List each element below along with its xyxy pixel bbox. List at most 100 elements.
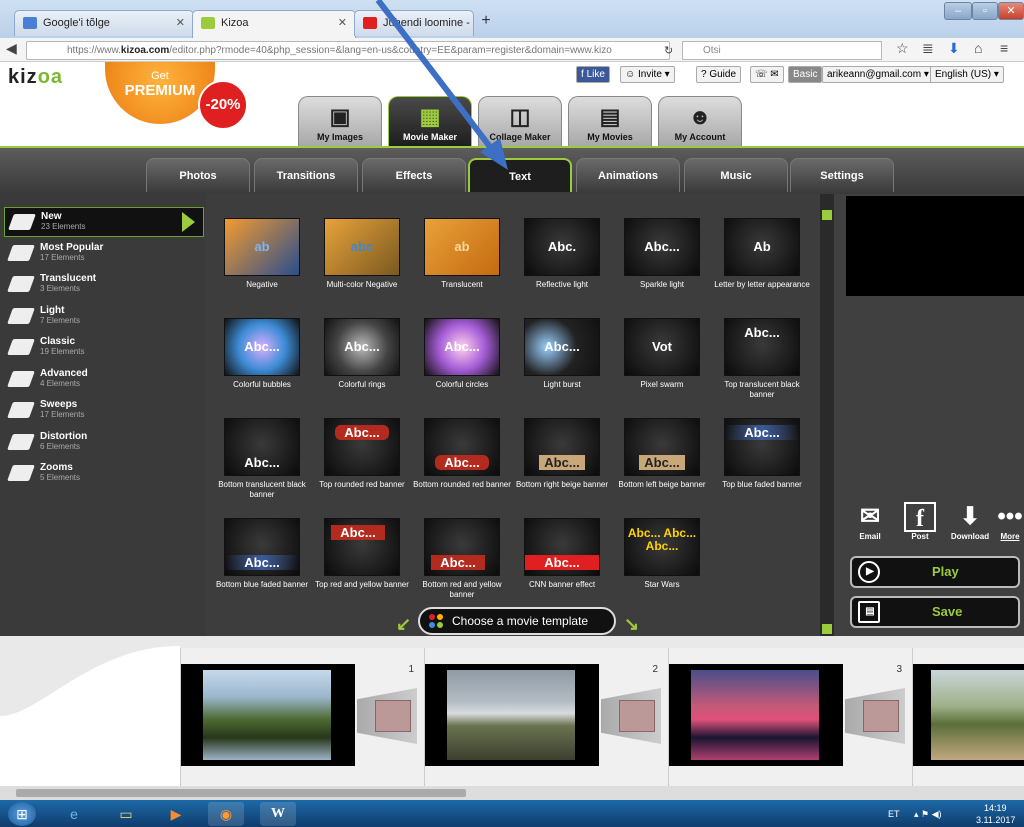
download-icon[interactable]: ⬇ (948, 40, 960, 57)
contact-button[interactable]: ☏ ✉ (750, 66, 784, 83)
browser-tab-juhendi[interactable]: Juhendi loomine - MS Wor... (354, 10, 474, 36)
effect-item[interactable]: Abc... Top blue faded banner (712, 418, 812, 490)
tab-movie-maker[interactable]: ▦ Movie Maker (388, 96, 472, 146)
category-item[interactable]: Advanced 4 Elements (4, 365, 204, 395)
effect-item[interactable]: Abc... Colorful circles (412, 318, 512, 390)
slide-photo[interactable] (669, 664, 843, 766)
effect-item[interactable]: ab Translucent (412, 218, 512, 290)
email-share[interactable]: ✉ Email (850, 502, 890, 541)
category-item[interactable]: Distortion 6 Elements (4, 428, 204, 458)
close-window-button[interactable]: ✕ (998, 2, 1024, 20)
effect-item[interactable]: Abc... Light burst (512, 318, 612, 390)
effect-item[interactable]: Abc... Colorful rings (312, 318, 412, 390)
effect-item[interactable]: Abc... Bottom right beige banner (512, 418, 612, 490)
tray-icons[interactable]: ▴ ⚑ ◀) (914, 809, 942, 820)
account-email-dropdown[interactable]: arikeann@gmail.com ▾ (822, 66, 934, 83)
preview-screen[interactable] (846, 196, 1024, 296)
subtab-effects[interactable]: Effects (362, 158, 466, 192)
category-item[interactable]: Most Popular 17 Elements (4, 239, 204, 269)
arrow-left-icon[interactable]: ↙ (396, 614, 411, 635)
slide-photo[interactable] (181, 664, 355, 766)
internet-explorer-icon[interactable]: e (56, 802, 92, 826)
transition-slot[interactable] (845, 688, 905, 744)
effect-item[interactable]: Abc... Abc... Abc... Star Wars (612, 518, 712, 590)
effect-item[interactable]: Vot Pixel swarm (612, 318, 712, 390)
kizoa-logo[interactable]: kizoa (8, 66, 63, 89)
reading-list-icon[interactable]: ≣ (922, 40, 934, 57)
category-item[interactable]: New 23 Elements (4, 207, 204, 237)
effect-item[interactable]: Abc... Top red and yellow banner (312, 518, 412, 590)
tab-collage-maker[interactable]: ◫ Collage Maker (478, 96, 562, 146)
back-icon[interactable]: ◀ (6, 40, 17, 57)
play-button[interactable]: ▶ Play (850, 556, 1020, 588)
bookmark-star-icon[interactable]: ☆ (896, 40, 909, 57)
media-player-icon[interactable]: ▶ (158, 802, 194, 826)
download-share[interactable]: ⬇ Download (950, 502, 990, 541)
tab-my-movies[interactable]: ▤ My Movies (568, 96, 652, 146)
effect-item[interactable]: Abc. Reflective light (512, 218, 612, 290)
subtab-animations[interactable]: Animations (576, 158, 680, 192)
firefox-icon[interactable]: ◉ (208, 802, 244, 826)
invite-button[interactable]: ☺ Invite ▾ (620, 66, 675, 83)
category-item[interactable]: Classic 19 Elements (4, 333, 204, 363)
new-tab-button[interactable]: + (474, 12, 498, 34)
reload-icon[interactable]: ↻ (664, 44, 673, 57)
effect-item[interactable]: Abc... Top translucent black banner (712, 318, 812, 400)
tab-my-account[interactable]: ☻ My Account (658, 96, 742, 146)
timeline-slot[interactable] (912, 648, 1024, 788)
close-icon[interactable]: ✕ (176, 16, 185, 29)
effect-item[interactable]: abc Multi-color Negative (312, 218, 412, 290)
effect-item[interactable]: Abc... Top rounded red banner (312, 418, 412, 490)
tab-my-images[interactable]: ▣ My Images (298, 96, 382, 146)
browser-tab-kizoa[interactable]: Kizoa ✕ (192, 10, 356, 38)
effect-item[interactable]: Abc... Colorful bubbles (212, 318, 312, 390)
slide-photo[interactable] (913, 664, 1024, 766)
more-share[interactable]: ••• More (996, 502, 1024, 541)
maximize-button[interactable]: ▫ (972, 2, 998, 20)
effect-item[interactable]: Abc... Bottom red and yellow banner (412, 518, 512, 600)
scroll-up-arrow[interactable] (822, 210, 832, 220)
effect-item[interactable]: Abc... Sparkle light (612, 218, 712, 290)
tray-time[interactable]: 14:19 (984, 803, 1007, 813)
tray-language[interactable]: ET (888, 809, 900, 819)
effect-item[interactable]: Abc... Bottom blue faded banner (212, 518, 312, 590)
guide-button[interactable]: ? Guide (696, 66, 742, 83)
language-dropdown[interactable]: English (US) ▾ (930, 66, 1004, 83)
subtab-music[interactable]: Music (684, 158, 788, 192)
scroll-down-arrow[interactable] (822, 624, 832, 634)
timeline-scrollbar[interactable] (0, 786, 1024, 800)
close-icon[interactable]: ✕ (338, 16, 347, 29)
category-item[interactable]: Translucent 3 Elements (4, 270, 204, 300)
browser-tab-google-translate[interactable]: Google'i tõlge ✕ (14, 10, 194, 36)
transition-slot[interactable] (601, 688, 661, 744)
start-button[interactable]: ⊞ (8, 802, 36, 826)
effect-item[interactable]: Abc... CNN banner effect (512, 518, 612, 590)
search-input[interactable]: Otsi (682, 41, 882, 60)
file-explorer-icon[interactable]: ▭ (108, 802, 144, 826)
subtab-settings[interactable]: Settings (790, 158, 894, 192)
timeline-slot[interactable]: 2 (424, 648, 668, 788)
effect-item[interactable]: Abc... Bottom left beige banner (612, 418, 712, 490)
home-icon[interactable]: ⌂ (974, 40, 982, 56)
discount-badge[interactable]: -20% (198, 80, 248, 130)
category-item[interactable]: Sweeps 17 Elements (4, 396, 204, 426)
subtab-transitions[interactable]: Transitions (254, 158, 358, 192)
timeline-slot[interactable]: 3 (668, 648, 912, 788)
address-bar[interactable]: https://www.kizoa.com/editor.php?rmode=4… (26, 41, 670, 60)
category-item[interactable]: Zooms 5 Elements (4, 459, 204, 489)
choose-template-button[interactable]: Choose a movie template (418, 607, 616, 635)
subtab-text[interactable]: Text (468, 158, 572, 192)
category-item[interactable]: Light 7 Elements (4, 302, 204, 332)
word-icon[interactable]: W (260, 802, 296, 826)
subtab-photos[interactable]: Photos (146, 158, 250, 192)
transition-slot[interactable] (357, 688, 417, 744)
effect-item[interactable]: Abc... Bottom rounded red banner (412, 418, 512, 490)
timeline-slot[interactable]: 1 (180, 648, 424, 788)
effect-item[interactable]: Ab Letter by letter appearance (712, 218, 812, 290)
slide-photo[interactable] (425, 664, 599, 766)
effect-item[interactable]: ab Negative (212, 218, 312, 290)
save-button[interactable]: ▤ Save (850, 596, 1020, 628)
post-share[interactable]: f Post (900, 502, 940, 541)
menu-icon[interactable]: ≡ (1000, 40, 1008, 56)
facebook-like-button[interactable]: f Like (576, 66, 610, 83)
